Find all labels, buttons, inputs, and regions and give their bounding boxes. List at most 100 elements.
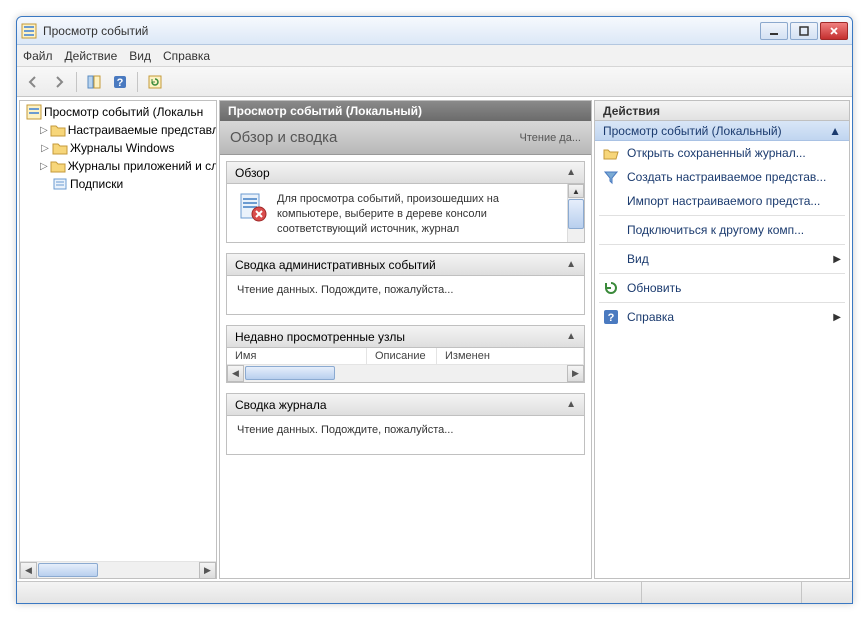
tree-windows-logs[interactable]: ▷ Журналы Windows (20, 139, 216, 157)
status-cell (17, 582, 642, 603)
section-overview-header[interactable]: Обзор ▲ (227, 162, 584, 184)
tree-body[interactable]: Просмотр событий (Локальн ▷ Настраиваемы… (20, 101, 216, 561)
center-header-label: Просмотр событий (Локальный) (228, 104, 422, 118)
tree-root[interactable]: Просмотр событий (Локальн (20, 103, 216, 121)
overview-status: Чтение да... (520, 132, 581, 144)
section-nodes-header[interactable]: Недавно просмотренные узлы ▲ (227, 326, 584, 348)
app-window: Просмотр событий Файл Действие Вид Справ… (16, 16, 853, 604)
expander-placeholder (40, 179, 50, 189)
action-create-custom[interactable]: Создать настраиваемое представ... (595, 165, 849, 189)
action-connect-label: Подключиться к другому комп... (627, 223, 804, 237)
scroll-right-icon[interactable]: ▶ (567, 365, 584, 382)
scroll-left-icon[interactable]: ◀ (227, 365, 244, 382)
tree-custom-views[interactable]: ▷ Настраиваемые представле (20, 121, 216, 139)
separator (599, 273, 845, 274)
expander-icon[interactable]: ▷ (40, 143, 50, 153)
separator (599, 302, 845, 303)
action-import-custom[interactable]: Импорт настраиваемого предста... (595, 189, 849, 213)
action-refresh-label: Обновить (627, 281, 681, 295)
blank-icon (603, 222, 619, 238)
col-modified[interactable]: Изменен (437, 348, 584, 364)
nodes-columns: Имя Описание Изменен (227, 348, 584, 365)
titlebar[interactable]: Просмотр событий (17, 17, 852, 45)
app-icon (21, 23, 37, 39)
collapse-icon[interactable]: ▲ (566, 167, 576, 178)
actions-pane: Действия Просмотр событий (Локальный) ▲ … (594, 100, 850, 579)
scroll-left-icon[interactable]: ◀ (20, 562, 37, 579)
tree-pane: Просмотр событий (Локальн ▷ Настраиваемы… (19, 100, 217, 579)
toolbar-separator (137, 72, 138, 92)
separator (599, 244, 845, 245)
separator (599, 215, 845, 216)
collapse-icon[interactable]: ▲ (566, 399, 576, 410)
action-create-custom-label: Создать настраиваемое представ... (627, 170, 826, 184)
status-cell (802, 582, 852, 603)
section-admin-summary: Сводка административных событий ▲ Чтение… (226, 253, 585, 315)
menu-action[interactable]: Действие (65, 49, 118, 63)
tree-app-logs-label: Журналы приложений и сл (68, 159, 216, 173)
scroll-up-icon[interactable]: ▲ (568, 184, 584, 198)
section-overview: Обзор ▲ Для просмотра событий, произошед… (226, 161, 585, 243)
scroll-thumb[interactable] (568, 199, 584, 229)
actions-title-bar[interactable]: Просмотр событий (Локальный) ▲ (595, 121, 849, 141)
action-refresh[interactable]: Обновить (595, 276, 849, 300)
folder-filter-icon (50, 122, 66, 138)
help-button[interactable]: ? (108, 70, 132, 94)
nodes-hscrollbar[interactable]: ◀ ▶ (227, 365, 584, 382)
center-pane: Просмотр событий (Локальный) Обзор и сво… (219, 100, 592, 579)
tree-hscrollbar[interactable]: ◀ ▶ (20, 561, 216, 578)
expander-icon[interactable]: ▷ (40, 125, 48, 135)
scroll-thumb[interactable] (245, 366, 335, 380)
show-tree-button[interactable] (82, 70, 106, 94)
tree-windows-logs-label: Журналы Windows (70, 141, 174, 155)
content-area: Просмотр событий (Локальн ▷ Настраиваемы… (17, 97, 852, 581)
toolbar-separator (76, 72, 77, 92)
collapse-icon[interactable]: ▲ (566, 259, 576, 270)
expander-icon[interactable]: ▷ (40, 161, 48, 171)
center-body: Обзор ▲ Для просмотра событий, произошед… (220, 155, 591, 578)
blank-icon (603, 251, 619, 267)
window-title: Просмотр событий (43, 24, 760, 38)
statusbar (17, 581, 852, 603)
event-viewer-icon (26, 104, 42, 120)
section-admin-header[interactable]: Сводка административных событий ▲ (227, 254, 584, 276)
open-folder-icon (603, 145, 619, 161)
action-help-label: Справка (627, 310, 674, 324)
section-log-header[interactable]: Сводка журнала ▲ (227, 394, 584, 416)
svg-text:?: ? (117, 77, 124, 89)
action-connect[interactable]: Подключиться к другому комп... (595, 218, 849, 242)
overview-vscrollbar[interactable]: ▲ (567, 184, 584, 242)
menu-file[interactable]: Файл (23, 49, 53, 63)
forward-button[interactable] (47, 70, 71, 94)
toolbar: ? (17, 67, 852, 97)
col-name[interactable]: Имя (227, 348, 367, 364)
close-button[interactable] (820, 22, 848, 40)
collapse-icon[interactable]: ▲ (829, 124, 841, 138)
tree-subscriptions[interactable]: Подписки (20, 175, 216, 193)
admin-summary-text: Чтение данных. Подождите, пожалуйста... (237, 284, 453, 296)
minimize-button[interactable] (760, 22, 788, 40)
action-view[interactable]: Вид ▶ (595, 247, 849, 271)
submenu-arrow-icon: ▶ (833, 254, 841, 265)
center-title-row: Обзор и сводка Чтение да... (220, 121, 591, 155)
maximize-button[interactable] (790, 22, 818, 40)
section-overview-heading: Обзор (235, 166, 270, 180)
action-open-saved-label: Открыть сохраненный журнал... (627, 146, 806, 160)
tree-custom-views-label: Настраиваемые представле (68, 123, 216, 137)
scroll-thumb[interactable] (38, 563, 98, 577)
overview-title: Обзор и сводка (230, 129, 337, 146)
back-button[interactable] (21, 70, 45, 94)
action-open-saved[interactable]: Открыть сохраненный журнал... (595, 141, 849, 165)
menu-view[interactable]: Вид (129, 49, 151, 63)
tree-app-logs[interactable]: ▷ Журналы приложений и сл (20, 157, 216, 175)
actions-title-label: Просмотр событий (Локальный) (603, 124, 782, 138)
center-header: Просмотр событий (Локальный) (220, 101, 591, 121)
col-desc[interactable]: Описание (367, 348, 437, 364)
refresh-tree-button[interactable] (143, 70, 167, 94)
scroll-right-icon[interactable]: ▶ (199, 562, 216, 579)
action-help[interactable]: ? Справка ▶ (595, 305, 849, 329)
menu-help[interactable]: Справка (163, 49, 210, 63)
blank-icon (603, 193, 619, 209)
tree-subscriptions-label: Подписки (70, 177, 123, 191)
collapse-icon[interactable]: ▲ (566, 331, 576, 342)
